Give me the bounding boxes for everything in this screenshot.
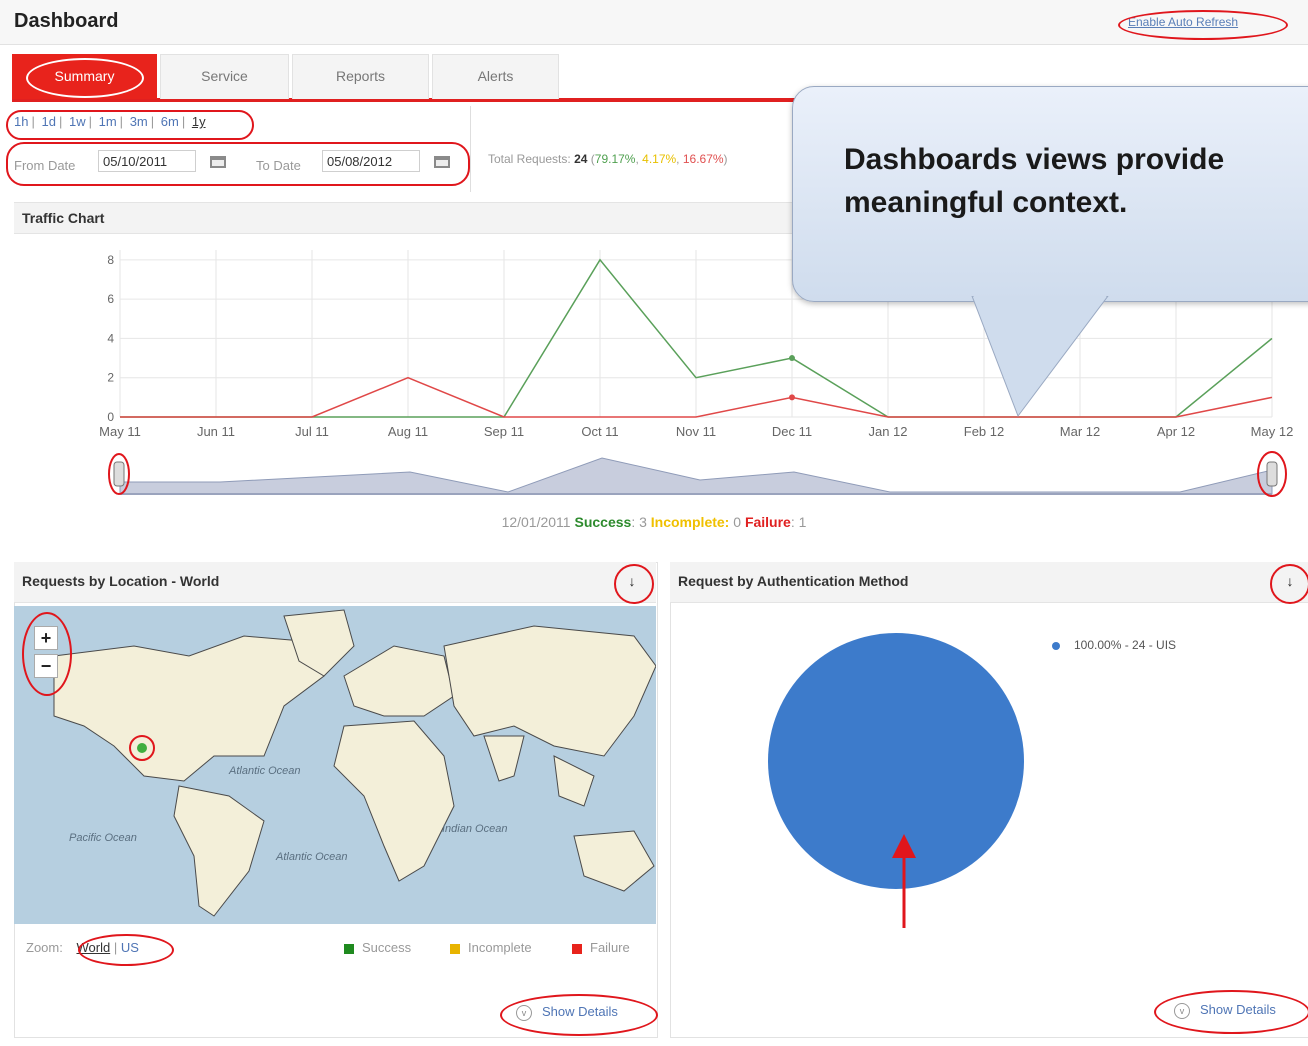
callout-text: Dashboards views provide meaningful cont… [844, 143, 1225, 219]
zoom-label: Zoom: [26, 940, 63, 955]
y-tick-label: 0 [107, 410, 114, 424]
from-date-input[interactable] [98, 150, 196, 172]
summary-success-value: 3 [639, 514, 647, 530]
show-details-button[interactable]: v Show Details [1174, 1002, 1276, 1019]
x-tick-label: Sep 11 [484, 424, 524, 439]
legend-dot [1052, 641, 1060, 650]
divider [470, 106, 471, 192]
pct-incomplete: 4.17% [642, 152, 677, 166]
map-zoom-links: Zoom: World | US [26, 940, 139, 955]
chevron-circle-icon: v [1174, 1002, 1190, 1019]
map-label: Atlantic Ocean [275, 851, 348, 863]
total-count: 24 [574, 152, 588, 166]
x-tick-label: Jul 11 [295, 424, 329, 439]
navigator-handle-left[interactable] [113, 461, 125, 487]
summary-date: 12/01/2011 [501, 514, 571, 530]
data-point-success[interactable] [789, 355, 795, 362]
callout-pointer [971, 296, 1109, 418]
arrow-down-icon[interactable]: ↓ [1282, 573, 1298, 589]
world-map[interactable]: Atlantic Ocean Pacific Ocean Atlantic Oc… [14, 606, 656, 924]
x-tick-label: Jan 12 [868, 424, 907, 439]
chevron-circle-icon: v [516, 1004, 532, 1021]
total-requests: Total Requests: 24 (79.17%, 4.17%, 16.67… [488, 152, 728, 166]
range-1d[interactable]: 1d [41, 114, 55, 129]
tab-summary[interactable]: Summary [12, 54, 157, 99]
map-label: Indian Ocean [442, 823, 507, 835]
time-range-links: 1h | 1d | 1w | 1m | 3m | 6m | 1y [14, 114, 206, 129]
traffic-chart-title: Traffic Chart [22, 210, 105, 226]
zoom-us-link[interactable]: US [121, 940, 139, 955]
summary-success-label: Success [574, 514, 632, 530]
range-3m[interactable]: 3m [130, 114, 148, 129]
y-tick-label: 2 [107, 371, 114, 385]
location-marker[interactable] [137, 743, 147, 753]
world-map-svg: Atlantic Ocean Pacific Ocean Atlantic Oc… [53, 609, 656, 917]
x-tick-label: Feb 12 [964, 424, 1004, 439]
legend-failure: Failure [572, 940, 630, 955]
x-tick-label: Mar 12 [1060, 424, 1100, 439]
x-tick-label: Apr 12 [1157, 424, 1195, 439]
zoom-world-link[interactable]: World [76, 940, 110, 955]
range-1m[interactable]: 1m [99, 114, 117, 129]
summary-failure-label: Failure [744, 514, 791, 530]
tab-service[interactable]: Service [160, 54, 289, 99]
legend-incomplete: Incomplete [450, 940, 532, 955]
calendar-icon[interactable] [434, 156, 450, 168]
traffic-point-summary: 12/01/2011 Success: 3 Incomplete: 0 Fail… [501, 514, 807, 530]
pie-legend-entry: 100.00% - 24 - UIS [1052, 638, 1176, 652]
show-details-button[interactable]: v Show Details [516, 1004, 618, 1021]
y-tick-label: 6 [107, 292, 114, 306]
navigator-handle-right[interactable] [1266, 461, 1278, 487]
enable-auto-refresh-link[interactable]: Enable Auto Refresh [1128, 15, 1238, 29]
x-tick-label: Dec 11 [772, 424, 812, 439]
x-tick-label: May 12 [1251, 424, 1294, 439]
legend-success: Success [344, 940, 411, 955]
map-label: Pacific Ocean [69, 832, 137, 844]
range-1w[interactable]: 1w [69, 114, 86, 129]
summary-incomplete-value: 0 [733, 514, 742, 530]
from-date-label: From Date [14, 158, 76, 173]
pct-failure: 16.67% [682, 152, 724, 166]
to-date-label: To Date [256, 158, 301, 173]
calendar-icon[interactable] [210, 156, 226, 168]
auth-pie-chart [768, 633, 1024, 928]
range-navigator[interactable] [119, 457, 1273, 495]
tab-alerts[interactable]: Alerts [432, 54, 559, 99]
summary-incomplete-label: Incomplete: [650, 514, 730, 530]
summary-failure-value: 1 [798, 514, 807, 530]
pct-success: 79.17% [594, 152, 636, 166]
tab-reports[interactable]: Reports [292, 54, 429, 99]
plus-icon[interactable]: + [34, 626, 58, 650]
x-tick-label: May 11 [99, 424, 141, 439]
x-tick-label: Aug 11 [388, 424, 428, 439]
y-tick-label: 4 [107, 331, 114, 345]
range-6m[interactable]: 6m [161, 114, 179, 129]
x-tick-label: Jun 11 [197, 424, 235, 439]
page-title: Dashboard [14, 10, 119, 32]
map-label: Atlantic Ocean [228, 765, 301, 777]
arrow-down-icon[interactable]: ↓ [624, 573, 640, 589]
auth-panel-title: Request by Authentication Method [678, 573, 909, 589]
minus-icon[interactable]: − [34, 654, 58, 678]
data-point-failure[interactable] [789, 394, 795, 401]
range-1h[interactable]: 1h [14, 114, 28, 129]
header-bar [0, 0, 1308, 45]
range-1y[interactable]: 1y [192, 114, 206, 129]
location-panel-title: Requests by Location - World [22, 573, 220, 589]
y-tick-label: 8 [107, 253, 114, 267]
to-date-input[interactable] [322, 150, 420, 172]
x-tick-label: Nov 11 [676, 424, 716, 439]
x-tick-label: Oct 11 [581, 424, 618, 439]
